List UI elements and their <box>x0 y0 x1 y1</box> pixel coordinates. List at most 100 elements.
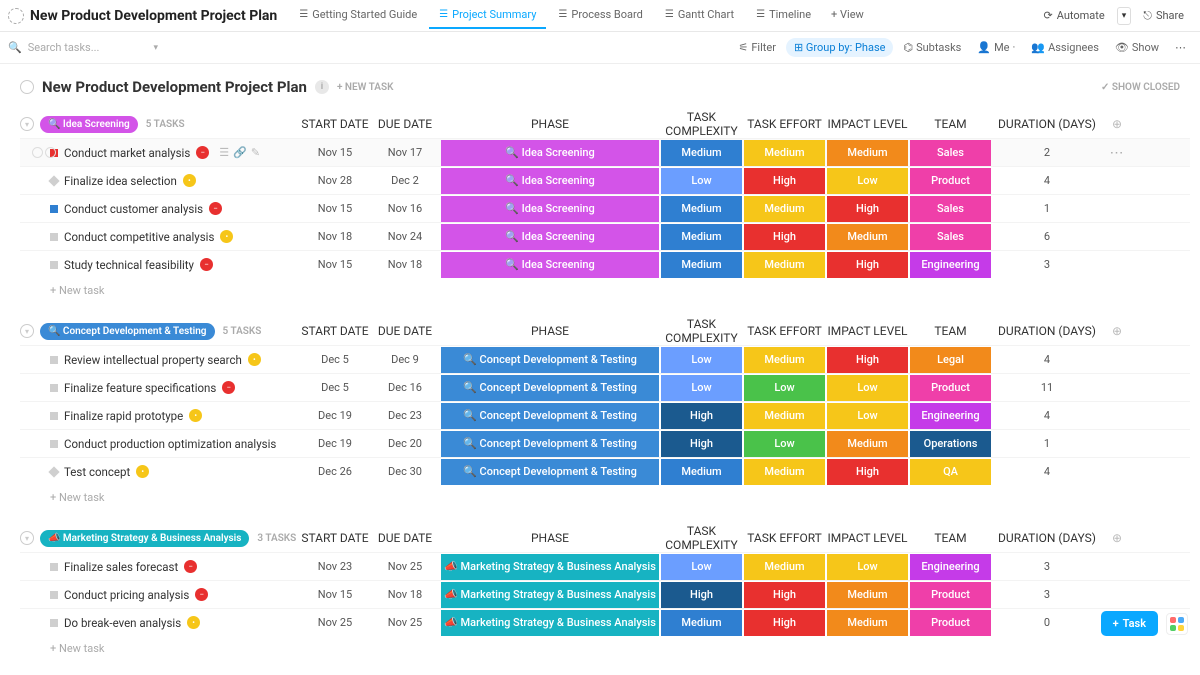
due-date[interactable]: Dec 9 <box>370 353 440 366</box>
start-date[interactable]: Nov 18 <box>300 230 370 243</box>
select-circle[interactable] <box>32 147 43 158</box>
duration-value[interactable]: 11 <box>992 381 1102 394</box>
task-row[interactable]: Review intellectual property search • De… <box>20 345 1190 373</box>
duration-value[interactable]: 0 <box>992 616 1102 629</box>
effort-tag[interactable]: Low <box>744 431 825 457</box>
effort-tag[interactable]: Medium <box>744 459 825 485</box>
edit-icon[interactable]: ✎ <box>251 146 260 159</box>
task-row[interactable]: Conduct competitive analysis • Nov 18 No… <box>20 222 1190 250</box>
due-date[interactable]: Nov 17 <box>370 146 440 159</box>
complexity-tag[interactable]: Medium <box>661 610 742 636</box>
due-date[interactable]: Nov 24 <box>370 230 440 243</box>
complexity-tag[interactable]: High <box>661 431 742 457</box>
new-task-button[interactable]: + Task <box>1101 611 1158 636</box>
due-date[interactable]: Dec 23 <box>370 409 440 422</box>
start-date[interactable]: Nov 28 <box>300 174 370 187</box>
complexity-tag[interactable]: Medium <box>661 140 742 166</box>
impact-tag[interactable]: Medium <box>827 224 908 250</box>
add-column-icon[interactable]: ⊕ <box>1102 324 1132 338</box>
search-input[interactable]: 🔍 Search tasks... ▾ <box>8 41 158 54</box>
team-tag[interactable]: Sales <box>910 140 991 166</box>
due-date[interactable]: Nov 18 <box>370 588 440 601</box>
complexity-tag[interactable]: Medium <box>661 459 742 485</box>
effort-tag[interactable]: High <box>744 610 825 636</box>
start-date[interactable]: Nov 15 <box>300 258 370 271</box>
phase-tag[interactable]: 🔍 Idea Screening <box>441 224 659 250</box>
add-view-button[interactable]: + View <box>821 2 874 29</box>
tab-project-summary[interactable]: ☰ Project Summary <box>429 2 546 29</box>
phase-badge[interactable]: 🔍 Concept Development & Testing <box>40 323 215 340</box>
duration-value[interactable]: 3 <box>992 560 1102 573</box>
filter-button[interactable]: ⚟ Filter <box>732 38 781 57</box>
start-date[interactable]: Dec 26 <box>300 465 370 478</box>
show-button[interactable]: 👁 Show <box>1109 38 1165 57</box>
task-row[interactable]: Finalize rapid prototype • Dec 19 Dec 23… <box>20 401 1190 429</box>
team-tag[interactable]: Product <box>910 375 991 401</box>
due-date[interactable]: Nov 25 <box>370 560 440 573</box>
duration-value[interactable]: 6 <box>992 230 1102 243</box>
duration-value[interactable]: 4 <box>992 174 1102 187</box>
automate-button[interactable]: ⟳ Automate <box>1035 5 1112 26</box>
task-row[interactable]: Conduct market analysis − ☰🔗✎ Nov 15 Nov… <box>20 138 1190 166</box>
due-date[interactable]: Dec 2 <box>370 174 440 187</box>
team-tag[interactable]: Sales <box>910 224 991 250</box>
impact-tag[interactable]: High <box>827 252 908 278</box>
impact-tag[interactable]: Low <box>827 403 908 429</box>
team-tag[interactable]: Operations <box>910 431 991 457</box>
collapse-icon[interactable]: ▾ <box>20 531 34 545</box>
effort-tag[interactable]: Medium <box>744 196 825 222</box>
duration-value[interactable]: 4 <box>992 465 1102 478</box>
start-date[interactable]: Nov 15 <box>300 146 370 159</box>
complexity-tag[interactable]: Low <box>661 168 742 194</box>
due-date[interactable]: Dec 16 <box>370 381 440 394</box>
row-more-icon[interactable]: ⋯ <box>1102 145 1132 161</box>
share-button[interactable]: ⎋ Share <box>1135 5 1192 27</box>
impact-tag[interactable]: Low <box>827 168 908 194</box>
impact-tag[interactable]: High <box>827 347 908 373</box>
due-date[interactable]: Dec 20 <box>370 437 440 450</box>
effort-tag[interactable]: High <box>744 224 825 250</box>
phase-tag[interactable]: 🔍 Idea Screening <box>441 252 659 278</box>
effort-tag[interactable]: Low <box>744 375 825 401</box>
duration-value[interactable]: 1 <box>992 202 1102 215</box>
effort-tag[interactable]: Medium <box>744 403 825 429</box>
add-column-icon[interactable]: ⊕ <box>1102 531 1132 545</box>
team-tag[interactable]: Legal <box>910 347 991 373</box>
link-icon[interactable]: 🔗 <box>233 146 247 159</box>
phase-tag[interactable]: 🔍 Concept Development & Testing <box>441 403 659 429</box>
complexity-tag[interactable]: Medium <box>661 196 742 222</box>
team-tag[interactable]: Engineering <box>910 554 991 580</box>
phase-tag[interactable]: 🔍 Idea Screening <box>441 140 659 166</box>
effort-tag[interactable]: Medium <box>744 347 825 373</box>
app-launcher-icon[interactable] <box>1166 613 1188 635</box>
me-button[interactable]: 👤 Me · <box>971 38 1021 57</box>
phase-tag[interactable]: 📣 Marketing Strategy & Business Analysis <box>441 582 659 608</box>
show-closed-button[interactable]: ✓ SHOW CLOSED <box>1101 82 1180 93</box>
info-icon[interactable]: i <box>315 80 329 94</box>
task-row[interactable]: Conduct production optimization analysis… <box>20 429 1190 457</box>
group-by-button[interactable]: ⊞ Group by: Phase <box>786 38 894 57</box>
impact-tag[interactable]: Medium <box>827 610 908 636</box>
start-date[interactable]: Nov 23 <box>300 560 370 573</box>
start-date[interactable]: Dec 19 <box>300 437 370 450</box>
tab-timeline[interactable]: ☰ Timeline <box>746 2 821 29</box>
phase-tag[interactable]: 🔍 Idea Screening <box>441 168 659 194</box>
new-task-link[interactable]: + New task <box>20 485 1190 510</box>
new-task-header-button[interactable]: + NEW TASK <box>337 82 394 93</box>
select-circle[interactable] <box>45 147 56 158</box>
impact-tag[interactable]: Medium <box>827 140 908 166</box>
task-row[interactable]: Do break-even analysis • Nov 25 Nov 25 📣… <box>20 608 1190 636</box>
task-row[interactable]: Finalize sales forecast − Nov 23 Nov 25 … <box>20 552 1190 580</box>
start-date[interactable]: Nov 25 <box>300 616 370 629</box>
team-tag[interactable]: Engineering <box>910 403 991 429</box>
new-task-link[interactable]: + New task <box>20 636 1190 661</box>
start-date[interactable]: Nov 15 <box>300 588 370 601</box>
duration-value[interactable]: 3 <box>992 258 1102 271</box>
automate-dropdown[interactable]: ▾ <box>1117 7 1132 25</box>
assign-icon[interactable]: ☰ <box>219 146 229 159</box>
task-row[interactable]: Conduct pricing analysis − Nov 15 Nov 18… <box>20 580 1190 608</box>
task-row[interactable]: Test concept • Dec 26 Dec 30 🔍 Concept D… <box>20 457 1190 485</box>
duration-value[interactable]: 2 <box>992 146 1102 159</box>
effort-tag[interactable]: Medium <box>744 140 825 166</box>
phase-tag[interactable]: 🔍 Concept Development & Testing <box>441 375 659 401</box>
